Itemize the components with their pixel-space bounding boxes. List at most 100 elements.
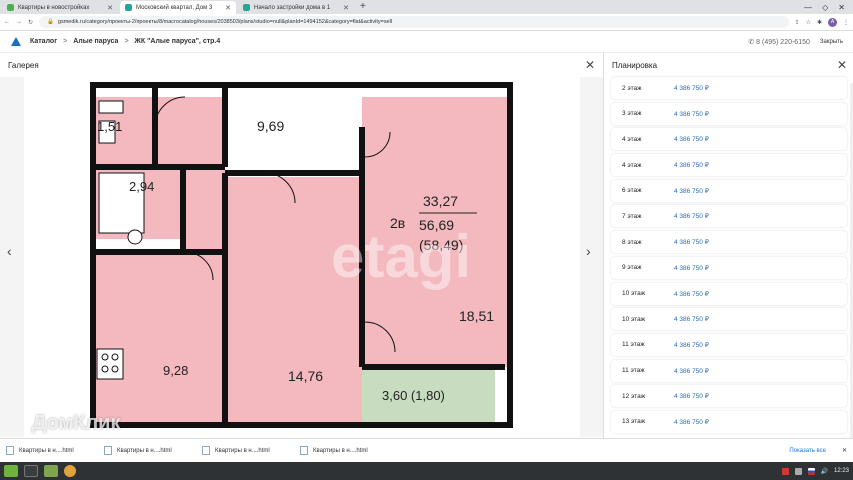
record-icon[interactable]	[781, 467, 789, 475]
gallery-left-area	[0, 77, 24, 437]
floor-label: 11 этаж	[622, 367, 645, 375]
phone-text: 8 (495) 220-6150	[756, 38, 810, 46]
close-downloads-icon[interactable]: ✕	[842, 447, 847, 454]
html-file-icon	[6, 446, 14, 455]
tab-favicon-icon	[125, 4, 132, 11]
tab-title: Начало застройки дома в 1	[254, 4, 331, 11]
download-filename: Квартиры в н....html	[19, 447, 74, 454]
planning-row[interactable]: 9 этаж 4 386 750 ₽	[611, 256, 847, 279]
tab-close-icon[interactable]: ✕	[107, 4, 113, 12]
language-flag-icon[interactable]	[807, 467, 815, 475]
price-value: 4 386 750 ₽	[674, 290, 709, 298]
watermark-text: ДомКлик	[32, 412, 121, 434]
browser-tab-1[interactable]: Квартиры в новостройках ✕	[2, 1, 118, 14]
phone-number[interactable]: ✆ 8 (495) 220-6150	[748, 38, 810, 46]
breadcrumb-building[interactable]: ЖК "Алые паруса", стр.4	[135, 38, 221, 45]
terminal-icon[interactable]	[24, 465, 38, 477]
breadcrumb-catalog[interactable]: Каталог	[30, 38, 57, 45]
room-area-hall: 9,69	[257, 118, 284, 134]
browser-tab-2[interactable]: Московский квартал, Дом 3 ✕	[120, 1, 236, 14]
chrome-icon[interactable]	[64, 465, 76, 477]
profile-avatar[interactable]: A	[828, 17, 837, 27]
show-all-downloads-link[interactable]: Показать все	[789, 448, 826, 454]
planning-row[interactable]: 4 этаж 4 386 750 ₽	[611, 128, 847, 151]
planning-row[interactable]: 2 этаж 4 386 750 ₽	[611, 77, 847, 99]
floor-label: 13 этаж	[622, 418, 646, 426]
price-value: 4 386 750 ₽	[674, 162, 709, 170]
living-area: 33,27	[423, 193, 458, 209]
browser-tab-3[interactable]: Начало застройки дома в 1 ✕	[238, 1, 354, 14]
menu-icon[interactable]: ⋮	[843, 19, 849, 26]
planning-row[interactable]: 10 этаж 4 386 750 ₽	[611, 282, 847, 305]
tab-close-icon[interactable]: ✕	[225, 4, 231, 12]
html-file-icon	[104, 446, 112, 455]
price-value: 4 386 750 ₽	[674, 367, 709, 375]
floor-label: 3 этаж	[622, 110, 642, 118]
url-text: gsmedik.ru/category/проекты-2/проекты/8/…	[57, 19, 393, 25]
price-value: 4 386 750 ₽	[674, 239, 709, 247]
download-item[interactable]: Квартиры в н....html	[202, 446, 294, 455]
close-site-button[interactable]: Закрыть	[820, 39, 843, 45]
breadcrumb-separator: >	[63, 38, 68, 45]
floor-label: 6 этаж	[622, 187, 642, 195]
start-menu-icon[interactable]	[4, 465, 18, 477]
maximize-icon[interactable]: ◇	[822, 3, 828, 12]
price-value: 4 386 750 ₽	[674, 110, 709, 118]
price-value: 4 386 750 ₽	[674, 341, 709, 349]
forward-icon[interactable]: →	[16, 19, 22, 25]
url-input[interactable]: 🔒 gsmedik.ru/category/проекты-2/проекты/…	[39, 16, 789, 28]
download-filename: Квартиры в н....html	[313, 447, 368, 454]
site-logo-icon[interactable]	[10, 36, 22, 48]
clock: 12:23	[833, 468, 849, 474]
prev-image-icon[interactable]: ‹	[7, 243, 12, 259]
tab-title: Московский квартал, Дом 3	[136, 4, 213, 11]
planning-row[interactable]: 11 этаж 4 386 750 ₽	[611, 359, 847, 382]
price-value: 4 386 750 ₽	[674, 213, 709, 221]
room-area-bedroom: 14,76	[288, 368, 323, 384]
new-tab-button[interactable]: +	[360, 1, 366, 14]
downloads-bar: Квартиры в н....html Квартиры в н....htm…	[0, 438, 853, 462]
next-image-icon[interactable]: ›	[586, 243, 591, 259]
gallery-title: Галерея	[8, 61, 39, 70]
back-icon[interactable]: ←	[4, 19, 10, 25]
planning-row[interactable]: 8 этаж 4 386 750 ₽	[611, 231, 847, 254]
price-value: 4 386 750 ₽	[674, 316, 709, 324]
lock-icon: 🔒	[47, 19, 54, 25]
site-header: Каталог > Алые паруса > ЖК "Алые паруса"…	[0, 31, 853, 53]
breadcrumb-complex[interactable]: Алые паруса	[73, 38, 118, 45]
room-area-kitchen: 9,28	[163, 363, 188, 378]
gallery-right-area	[580, 77, 603, 437]
planning-row[interactable]: 10 этаж 4 386 750 ₽	[611, 308, 847, 331]
room-area-bath: 1,51	[97, 119, 122, 134]
planning-close-icon[interactable]: ✕	[837, 58, 847, 72]
volume-icon[interactable]: 🔊	[821, 468, 828, 475]
planning-row[interactable]: 4 этаж 4 386 750 ₽	[611, 154, 847, 177]
planning-row[interactable]: 12 этаж 4 386 750 ₽	[611, 385, 847, 408]
planning-row[interactable]: 7 этаж 4 386 750 ₽	[611, 205, 847, 228]
domclick-watermark: ДомКлик	[32, 412, 120, 435]
floor-label: 7 этаж	[622, 212, 642, 220]
files-icon[interactable]	[44, 465, 58, 477]
close-window-icon[interactable]: ✕	[838, 3, 845, 12]
floor-label: 2 этаж	[622, 84, 642, 92]
share-icon[interactable]: ⇪	[795, 19, 800, 26]
minimize-icon[interactable]: —	[804, 3, 812, 12]
planning-row[interactable]: 13 этаж 4 386 750 ₽	[611, 410, 847, 433]
floor-plan-image: 1,51 9,69 2,94 9,28 14,76 18,51 3,60 (1,…	[85, 77, 517, 437]
download-item[interactable]: Квартиры в н....html	[104, 446, 196, 455]
bookmark-star-icon[interactable]: ☆	[806, 19, 811, 26]
planning-row[interactable]: 6 этаж 4 386 750 ₽	[611, 179, 847, 202]
download-item[interactable]: Квартиры в н....html	[6, 446, 98, 455]
planning-row[interactable]: 11 этаж 4 386 750 ₽	[611, 333, 847, 356]
os-taskbar: 🔊 12:23	[0, 462, 853, 480]
network-icon[interactable]	[794, 467, 802, 475]
gallery-close-icon[interactable]: ✕	[585, 58, 595, 72]
download-item[interactable]: Квартиры в н....html	[300, 446, 392, 455]
planning-row[interactable]: 3 этаж 4 386 750 ₽	[611, 102, 847, 125]
extensions-icon[interactable]: ✱	[817, 19, 822, 26]
tab-close-icon[interactable]: ✕	[343, 4, 349, 12]
floor-label: 9 этаж	[622, 264, 642, 272]
download-filename: Квартиры в н....html	[215, 447, 270, 454]
reload-icon[interactable]: ↻	[28, 19, 33, 26]
phone-icon: ✆	[748, 38, 755, 46]
